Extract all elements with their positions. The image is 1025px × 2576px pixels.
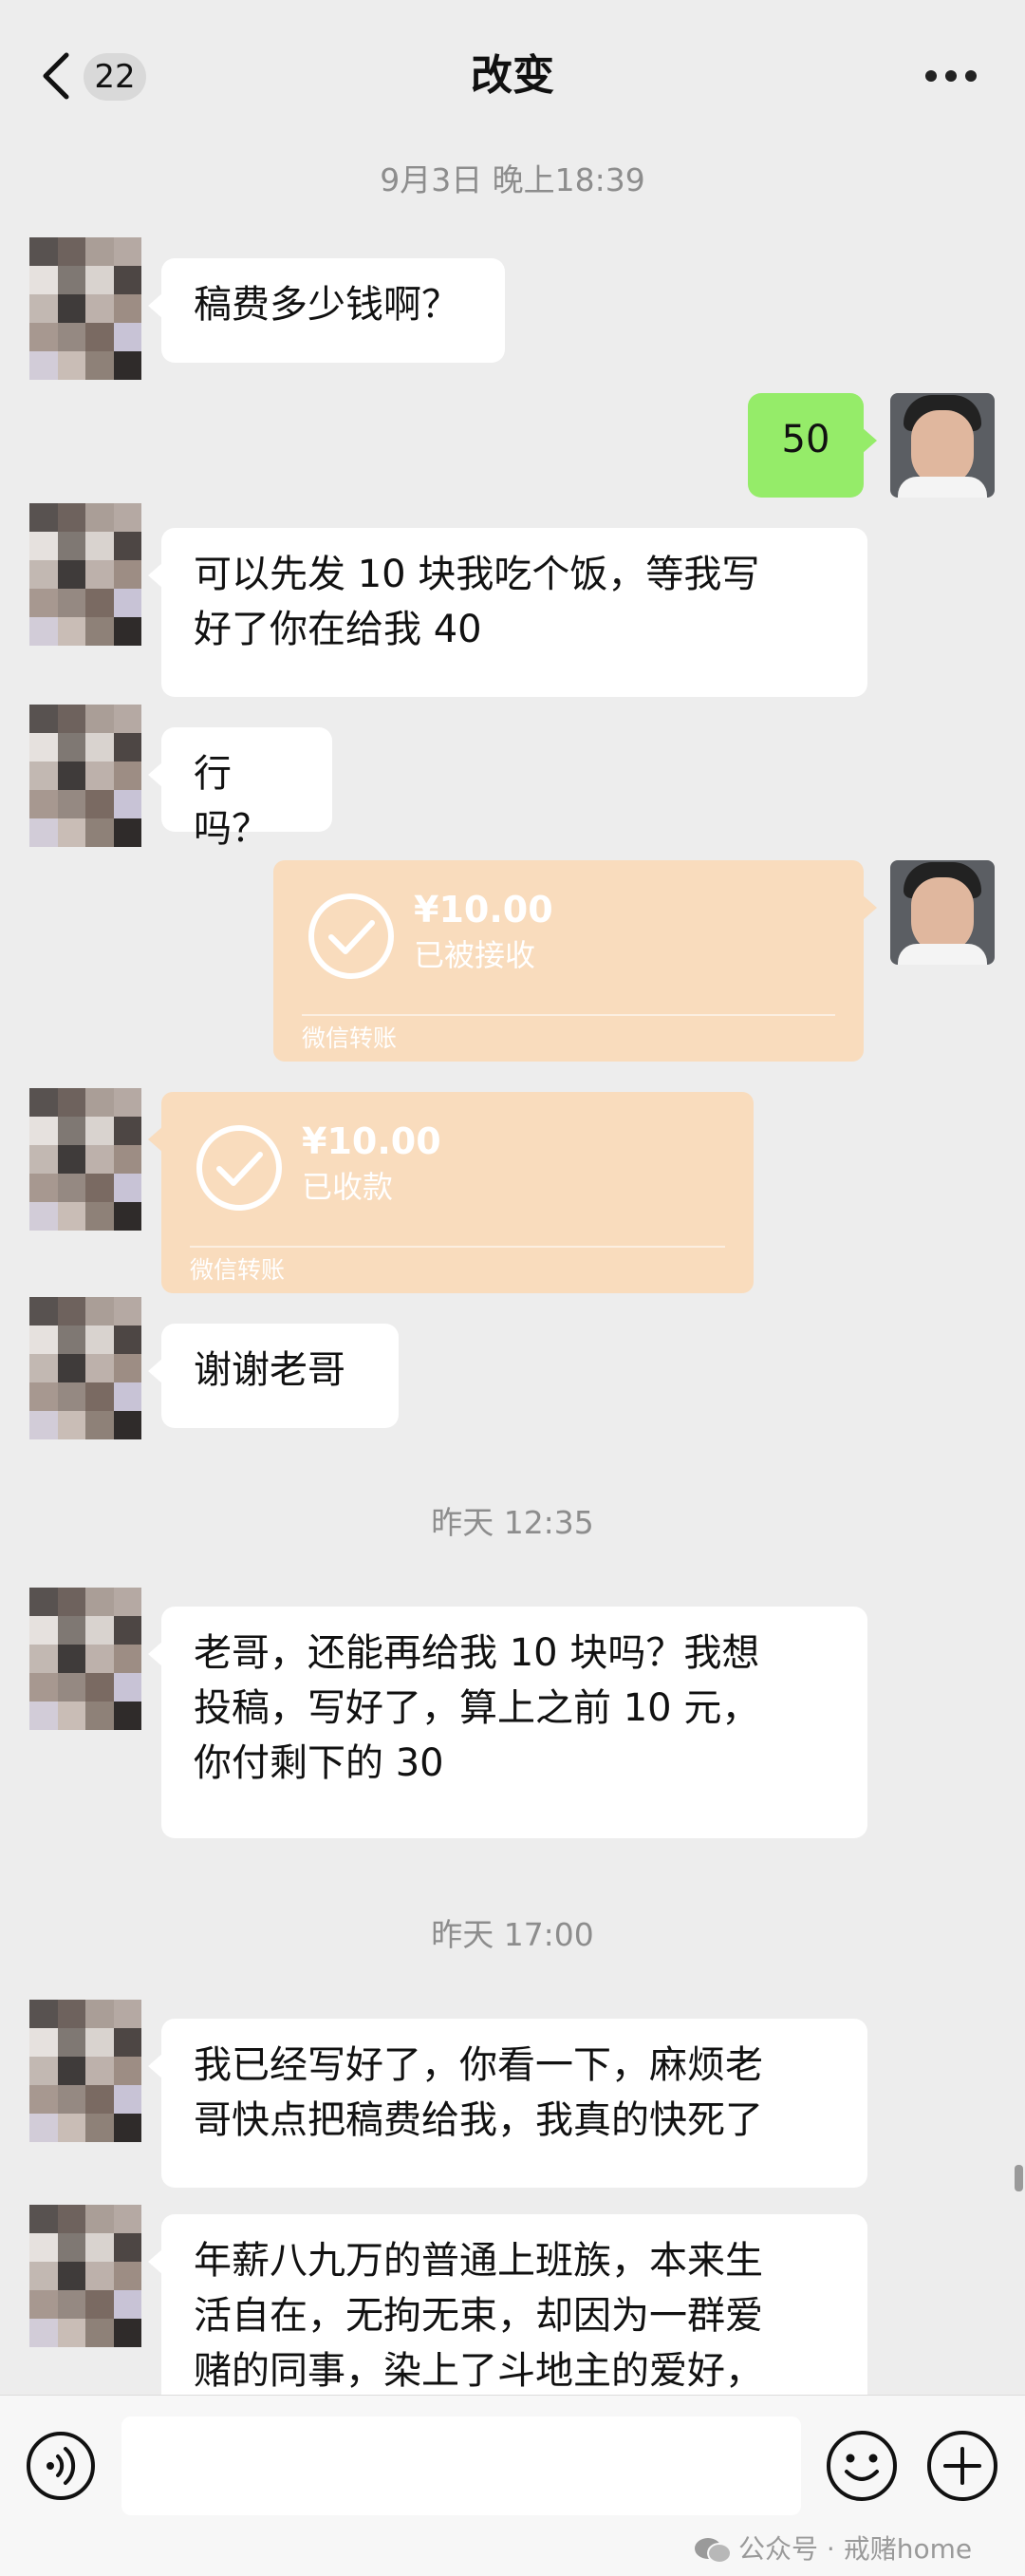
transfer-amount: ¥10.00 bbox=[414, 889, 553, 931]
transfer-status: 已收款 bbox=[302, 1169, 394, 1205]
received-message[interactable]: 行吗？ bbox=[148, 727, 332, 851]
contact-avatar[interactable] bbox=[29, 2205, 141, 2347]
transfer-card-sent[interactable]: ¥10.00 已被接收 微信转账 bbox=[273, 860, 877, 1062]
wechat-icon bbox=[695, 2538, 732, 2564]
transfer-label: 微信转账 bbox=[302, 1025, 398, 1052]
received-message[interactable]: 可以先发 10 块我吃个饭，等我写 好了你在给我 40 bbox=[148, 528, 867, 697]
voice-input-icon[interactable] bbox=[25, 2430, 97, 2502]
transfer-status: 已被接收 bbox=[414, 937, 536, 973]
check-circle-icon bbox=[196, 1125, 282, 1211]
plus-icon[interactable] bbox=[924, 2428, 1000, 2504]
timestamp: 9月3日 晚上18:39 bbox=[380, 161, 645, 198]
contact-avatar[interactable] bbox=[29, 705, 141, 847]
chat-title: 改变 bbox=[471, 51, 554, 100]
contact-avatar[interactable] bbox=[29, 237, 141, 380]
timestamp: 昨天 12:35 bbox=[431, 1504, 594, 1541]
contact-avatar[interactable] bbox=[29, 1297, 141, 1439]
emoji-icon[interactable] bbox=[824, 2428, 900, 2504]
scrollbar-thumb[interactable] bbox=[1015, 2165, 1023, 2191]
received-message[interactable]: 我已经写好了，你看一下，麻烦老 哥快点把稿费给我，我真的快死了 bbox=[148, 2019, 867, 2188]
input-bar: 公众号 · 戒赌home bbox=[0, 2395, 1025, 2576]
contact-avatar[interactable] bbox=[29, 503, 141, 646]
chat-header: 22 改变 bbox=[0, 0, 1025, 152]
check-circle-icon bbox=[308, 893, 394, 979]
contact-avatar[interactable] bbox=[29, 1088, 141, 1231]
received-message[interactable]: 稿费多少钱啊？ bbox=[148, 258, 505, 363]
transfer-amount: ¥10.00 bbox=[302, 1120, 441, 1162]
received-message[interactable]: 老哥，还能再给我 10 块吗？我想 投稿，写好了，算上之前 10 元， 你付剩下… bbox=[148, 1607, 867, 1838]
watermark: 公众号 · 戒赌home bbox=[693, 2530, 972, 2568]
divider bbox=[190, 1246, 725, 1248]
divider bbox=[302, 1014, 835, 1016]
more-options-icon[interactable] bbox=[925, 70, 977, 84]
watermark-text: 公众号 · 戒赌home bbox=[738, 2533, 973, 2565]
contact-avatar[interactable] bbox=[29, 1588, 141, 1730]
transfer-card-received[interactable]: ¥10.00 已收款 微信转账 bbox=[148, 1092, 754, 1293]
my-avatar[interactable] bbox=[890, 393, 995, 498]
message-input[interactable] bbox=[121, 2416, 801, 2515]
received-message[interactable]: 谢谢老哥 bbox=[148, 1324, 399, 1428]
sent-message[interactable]: 50 bbox=[748, 393, 877, 498]
timestamp: 昨天 17:00 bbox=[431, 1916, 594, 1953]
transfer-label: 微信转账 bbox=[190, 1256, 286, 1284]
my-avatar[interactable] bbox=[890, 860, 995, 965]
contact-avatar[interactable] bbox=[29, 2000, 141, 2142]
